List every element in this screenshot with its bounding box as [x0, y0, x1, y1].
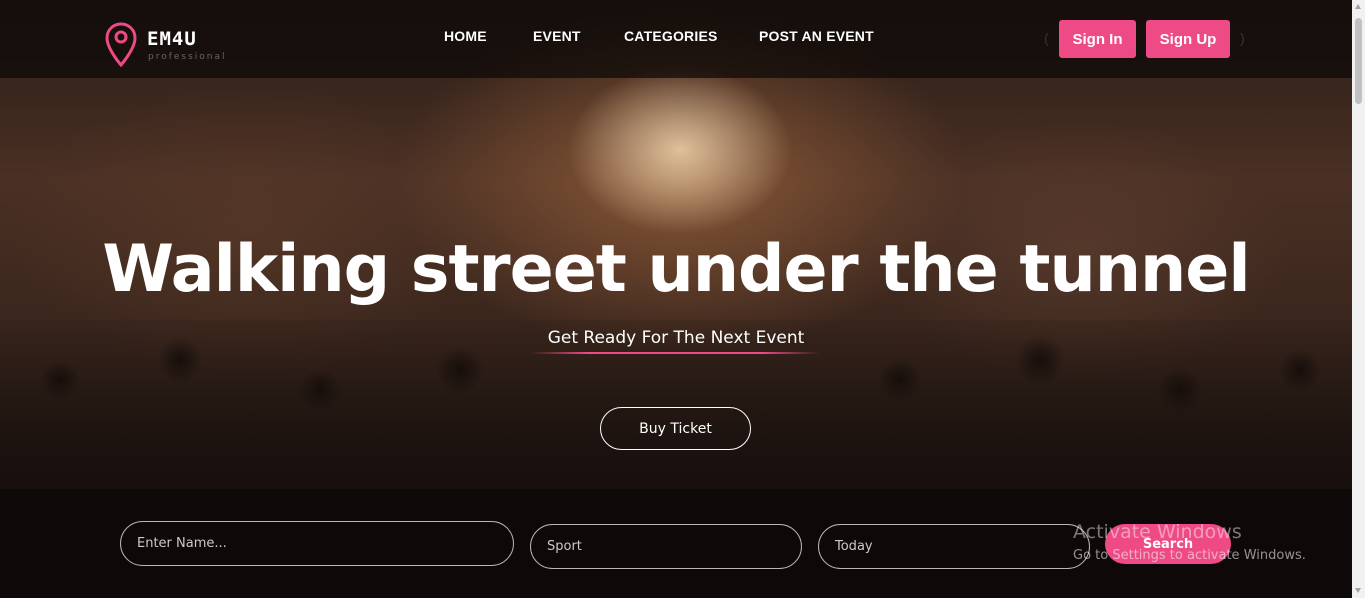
hero-subtitle: Get Ready For The Next Event — [547, 328, 805, 348]
scroll-thumb[interactable] — [1355, 18, 1362, 104]
nav-post-an-event[interactable]: POST AN EVENT — [759, 28, 874, 44]
page-scrollbar[interactable] — [1352, 0, 1365, 598]
brand-tagline: professional — [148, 52, 227, 62]
scroll-up-icon[interactable] — [1355, 4, 1361, 9]
brand-logo[interactable]: EM4U professional — [105, 22, 245, 68]
nav-home[interactable]: HOME — [444, 28, 487, 44]
date-select[interactable]: Today — [818, 524, 1090, 569]
sign-up-button[interactable]: Sign Up — [1146, 20, 1230, 58]
paren-close: ) — [1240, 30, 1245, 46]
activate-windows-subtitle: Go to Settings to activate Windows. — [1073, 548, 1306, 563]
nav-categories[interactable]: CATEGORIES — [624, 28, 718, 44]
category-select[interactable]: Sport — [530, 524, 802, 569]
name-search-input[interactable] — [120, 521, 514, 566]
paren-open: ( — [1044, 30, 1049, 46]
brand-name: EM4U — [147, 28, 197, 50]
navbar: EM4U professional HOME EVENT CATEGORIES … — [0, 0, 1352, 78]
sign-in-button[interactable]: Sign In — [1059, 20, 1136, 58]
buy-ticket-button[interactable]: Buy Ticket — [600, 407, 751, 450]
subtitle-underline — [530, 352, 820, 354]
map-pin-icon — [105, 22, 137, 68]
activate-windows-title: Activate Windows — [1073, 521, 1242, 543]
nav-event[interactable]: EVENT — [533, 28, 581, 44]
category-value: Sport — [547, 539, 582, 554]
date-value: Today — [835, 539, 873, 554]
scroll-down-icon[interactable] — [1355, 588, 1361, 593]
hero-title: Walking street under the tunnel — [102, 232, 1250, 307]
